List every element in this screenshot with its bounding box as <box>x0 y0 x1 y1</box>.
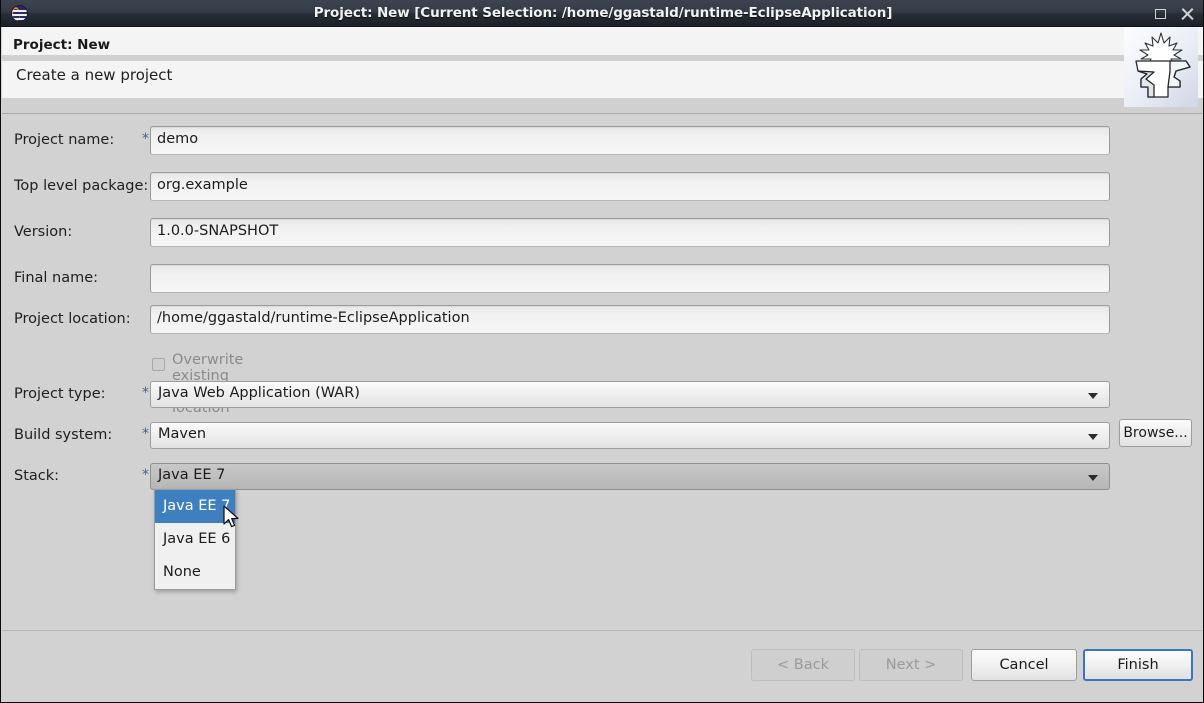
banner-stripe-bottom <box>2 98 1203 114</box>
wizard-form: Project name: * demo Top level package: … <box>2 114 1203 630</box>
project-name-input[interactable]: demo <box>150 126 1110 155</box>
final-name-input[interactable] <box>150 264 1110 293</box>
next-button-label: Next > <box>885 657 937 673</box>
wizard-page-title: Project: New <box>13 37 111 53</box>
back-button[interactable]: < Back <box>751 649 855 681</box>
label-version: Version: <box>14 224 73 240</box>
chevron-down-icon <box>1088 475 1098 481</box>
required-marker-project-type: * <box>142 385 149 401</box>
chevron-down-icon <box>1088 393 1098 399</box>
project-location-value: /home/ggastald/runtime-EclipseApplicatio… <box>157 310 470 326</box>
label-project-name: Project name: <box>14 132 115 148</box>
finish-button[interactable]: Finish <box>1083 649 1193 681</box>
label-final-name: Final name: <box>14 270 99 286</box>
build-system-combobox[interactable]: Maven <box>150 422 1110 449</box>
maximize-icon[interactable] <box>1153 6 1169 22</box>
chevron-down-icon <box>1088 434 1098 440</box>
window-titlebar: Project: New [Current Selection: /home/g… <box>1 0 1203 27</box>
cancel-button-label: Cancel <box>999 657 1049 673</box>
version-input[interactable]: 1.0.0-SNAPSHOT <box>150 218 1110 247</box>
version-value: 1.0.0-SNAPSHOT <box>157 223 279 239</box>
wizard-banner: Project: New Create a new project <box>2 27 1203 114</box>
required-marker-stack: * <box>142 467 149 483</box>
label-top-level-package: Top level package: <box>14 178 149 194</box>
browse-button[interactable]: Browse... <box>1119 419 1192 447</box>
dropdown-option-none[interactable]: None <box>155 556 235 589</box>
mouse-cursor <box>223 505 243 535</box>
project-location-input[interactable]: /home/ggastald/runtime-EclipseApplicatio… <box>150 305 1110 334</box>
window-title: Project: New [Current Selection: /home/g… <box>313 5 893 21</box>
project-name-value: demo <box>157 131 199 147</box>
project-type-combobox[interactable]: Java Web Application (WAR) <box>150 381 1110 408</box>
label-stack: Stack: <box>14 468 60 484</box>
required-marker-project-name: * <box>142 131 149 147</box>
stack-value: Java EE 7 <box>158 467 226 483</box>
anvil-forge-icon <box>1124 27 1198 107</box>
project-type-value: Java Web Application (WAR) <box>158 385 360 401</box>
build-system-value: Maven <box>158 426 207 442</box>
wizard-footer: < Back Next > Cancel Finish <box>2 631 1203 701</box>
banner-stripe-top <box>2 55 1203 61</box>
finish-button-label: Finish <box>1117 657 1159 673</box>
next-button[interactable]: Next > <box>859 649 963 681</box>
overwrite-checkbox[interactable] <box>152 358 165 371</box>
project-new-wizard-dialog: Project: New [Current Selection: /home/g… <box>0 0 1204 703</box>
label-project-location: Project location: <box>14 311 131 327</box>
wizard-page-description: Create a new project <box>16 66 173 84</box>
top-level-package-input[interactable]: org.example <box>150 172 1110 201</box>
label-project-type: Project type: <box>14 386 106 402</box>
back-button-label: < Back <box>777 657 829 673</box>
required-marker-build-system: * <box>142 426 149 442</box>
top-level-package-value: org.example <box>157 177 248 193</box>
label-build-system: Build system: <box>14 427 113 443</box>
stack-combobox[interactable]: Java EE 7 <box>150 463 1110 490</box>
cancel-button[interactable]: Cancel <box>971 649 1077 681</box>
close-icon[interactable] <box>1179 6 1195 22</box>
